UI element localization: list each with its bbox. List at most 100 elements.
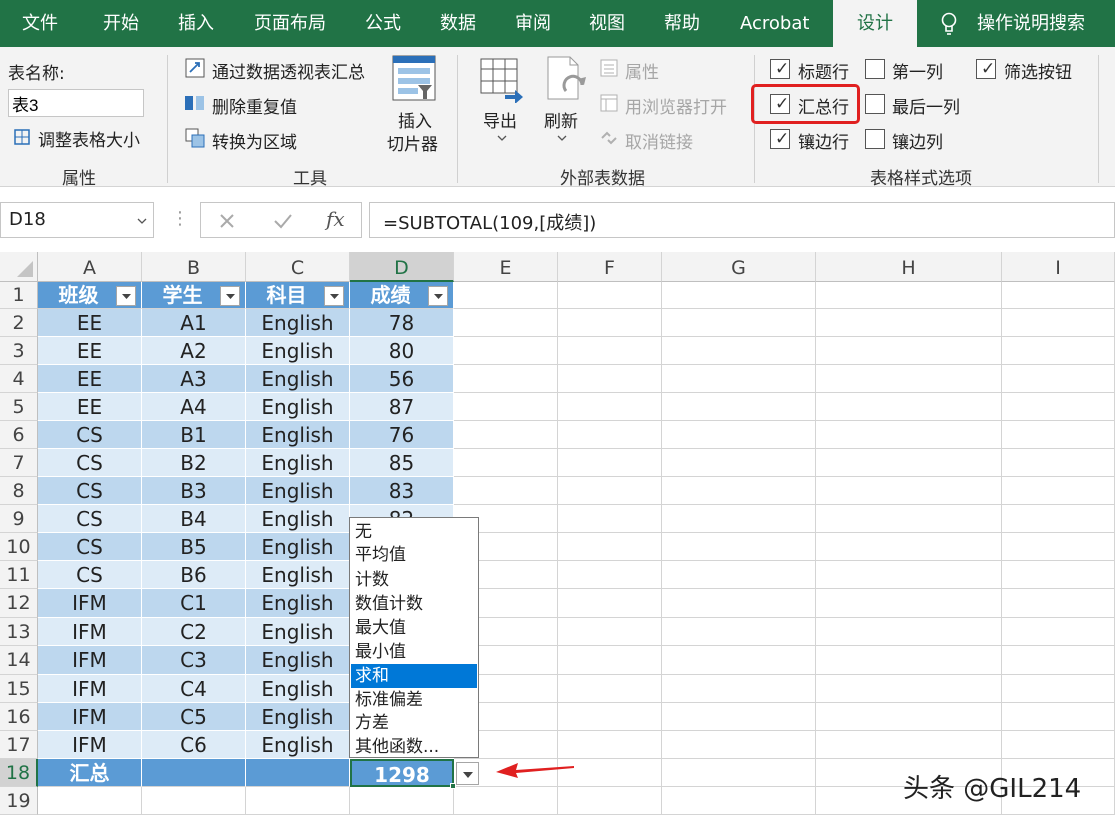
grid-cell[interactable] — [1002, 561, 1115, 589]
table-cell[interactable]: 85 — [350, 449, 454, 477]
tab-page-layout[interactable]: 页面布局 — [254, 0, 326, 47]
total-row-value[interactable]: 1298 — [350, 759, 454, 787]
grid-cell[interactable] — [1002, 309, 1115, 337]
formula-input[interactable]: =SUBTOTAL(109,[成绩]) — [369, 202, 1115, 238]
grid-cell[interactable] — [142, 787, 246, 815]
grid-cell[interactable] — [662, 337, 816, 365]
grid-cell[interactable] — [662, 309, 816, 337]
table-cell[interactable]: English — [246, 393, 350, 421]
grid-cell[interactable] — [454, 787, 558, 815]
grid-cell[interactable] — [662, 477, 816, 505]
grid-cell[interactable] — [816, 561, 1002, 589]
table-cell[interactable]: English — [246, 533, 350, 561]
grid-cell[interactable] — [558, 477, 662, 505]
grid-cell[interactable] — [662, 365, 816, 393]
banded-rows-checkbox[interactable]: ✓ — [770, 129, 790, 149]
grid-cell[interactable] — [816, 477, 1002, 505]
grid-cell[interactable] — [816, 731, 1002, 759]
cancel-icon[interactable] — [218, 212, 236, 230]
column-header-e[interactable]: E — [454, 252, 558, 282]
filter-dropdown-button[interactable] — [116, 286, 136, 306]
table-cell[interactable]: English — [246, 309, 350, 337]
grid-cell[interactable] — [662, 282, 816, 309]
table-header-cell[interactable]: 科目 — [246, 282, 350, 309]
row-header-2[interactable]: 2 — [0, 309, 38, 337]
tab-home[interactable]: 开始 — [103, 0, 139, 47]
grid-cell[interactable] — [662, 505, 816, 533]
grid-cell[interactable] — [454, 477, 558, 505]
grid-cell[interactable] — [558, 589, 662, 618]
grid-cell[interactable] — [558, 337, 662, 365]
table-cell[interactable]: C3 — [142, 646, 246, 675]
row-header-18[interactable]: 18 — [0, 759, 38, 787]
grid-cell[interactable] — [558, 618, 662, 646]
grid-cell[interactable] — [662, 731, 816, 759]
grid-cell[interactable] — [662, 759, 816, 787]
table-cell[interactable]: A4 — [142, 393, 246, 421]
grid-cell[interactable] — [662, 787, 816, 815]
table-cell[interactable]: B1 — [142, 421, 246, 449]
row-header-11[interactable]: 11 — [0, 561, 38, 589]
grid-cell[interactable] — [1002, 282, 1115, 309]
table-header-cell[interactable]: 成绩 — [350, 282, 454, 309]
select-all-corner[interactable] — [0, 252, 38, 282]
table-cell[interactable]: C4 — [142, 675, 246, 703]
table-cell[interactable]: A2 — [142, 337, 246, 365]
table-cell[interactable]: English — [246, 477, 350, 505]
grid-cell[interactable] — [1002, 449, 1115, 477]
grid-cell[interactable] — [816, 421, 1002, 449]
tab-help[interactable]: 帮助 — [664, 0, 700, 47]
row-header-3[interactable]: 3 — [0, 337, 38, 365]
grid-cell[interactable] — [1002, 337, 1115, 365]
grid-cell[interactable] — [558, 505, 662, 533]
column-header-g[interactable]: G — [662, 252, 816, 282]
grid-cell[interactable] — [816, 533, 1002, 561]
row-header-13[interactable]: 13 — [0, 618, 38, 646]
row-header-7[interactable]: 7 — [0, 449, 38, 477]
table-cell[interactable]: IFM — [38, 618, 142, 646]
pivot-summary-button[interactable]: 通过数据透视表汇总 — [212, 58, 365, 83]
tab-acrobat[interactable]: Acrobat — [740, 0, 809, 47]
grid-cell[interactable] — [662, 421, 816, 449]
filter-dropdown-button[interactable] — [428, 286, 448, 306]
grid-cell[interactable] — [816, 337, 1002, 365]
grid-cell[interactable] — [246, 787, 350, 815]
grid-cell[interactable] — [662, 646, 816, 675]
grid-cell[interactable] — [816, 589, 1002, 618]
grid-cell[interactable] — [558, 703, 662, 731]
table-cell[interactable]: English — [246, 589, 350, 618]
dropdown-item[interactable]: 求和 — [351, 664, 477, 688]
grid-cell[interactable] — [1002, 421, 1115, 449]
column-header-d[interactable]: D — [350, 252, 454, 282]
column-header-f[interactable]: F — [558, 252, 662, 282]
properties-button[interactable]: 属性 — [625, 58, 659, 83]
tab-review[interactable]: 审阅 — [515, 0, 551, 47]
table-cell[interactable]: English — [246, 561, 350, 589]
grid-cell[interactable] — [558, 787, 662, 815]
grid-cell[interactable] — [558, 393, 662, 421]
grid-cell[interactable] — [454, 393, 558, 421]
table-cell[interactable]: CS — [38, 449, 142, 477]
table-name-input[interactable] — [8, 89, 144, 117]
table-cell[interactable]: English — [246, 505, 350, 533]
grid-cell[interactable] — [662, 618, 816, 646]
grid-cell[interactable] — [816, 449, 1002, 477]
grid-cell[interactable] — [558, 365, 662, 393]
table-cell[interactable]: B3 — [142, 477, 246, 505]
table-cell[interactable]: IFM — [38, 675, 142, 703]
row-header-15[interactable]: 15 — [0, 675, 38, 703]
name-box[interactable]: D18 — [0, 202, 154, 238]
tab-formulas[interactable]: 公式 — [365, 0, 401, 47]
dropdown-item[interactable]: 方差 — [351, 711, 477, 735]
grid-cell[interactable] — [1002, 675, 1115, 703]
table-cell[interactable]: CS — [38, 477, 142, 505]
last-column-checkbox[interactable] — [865, 94, 885, 114]
table-cell[interactable]: C6 — [142, 731, 246, 759]
grid-cell[interactable] — [662, 449, 816, 477]
open-in-browser-button[interactable]: 用浏览器打开 — [625, 93, 727, 118]
table-cell[interactable]: CS — [38, 533, 142, 561]
table-header-cell[interactable]: 班级 — [38, 282, 142, 309]
unlink-button[interactable]: 取消链接 — [625, 128, 693, 153]
table-cell[interactable]: IFM — [38, 731, 142, 759]
column-header-a[interactable]: A — [38, 252, 142, 282]
